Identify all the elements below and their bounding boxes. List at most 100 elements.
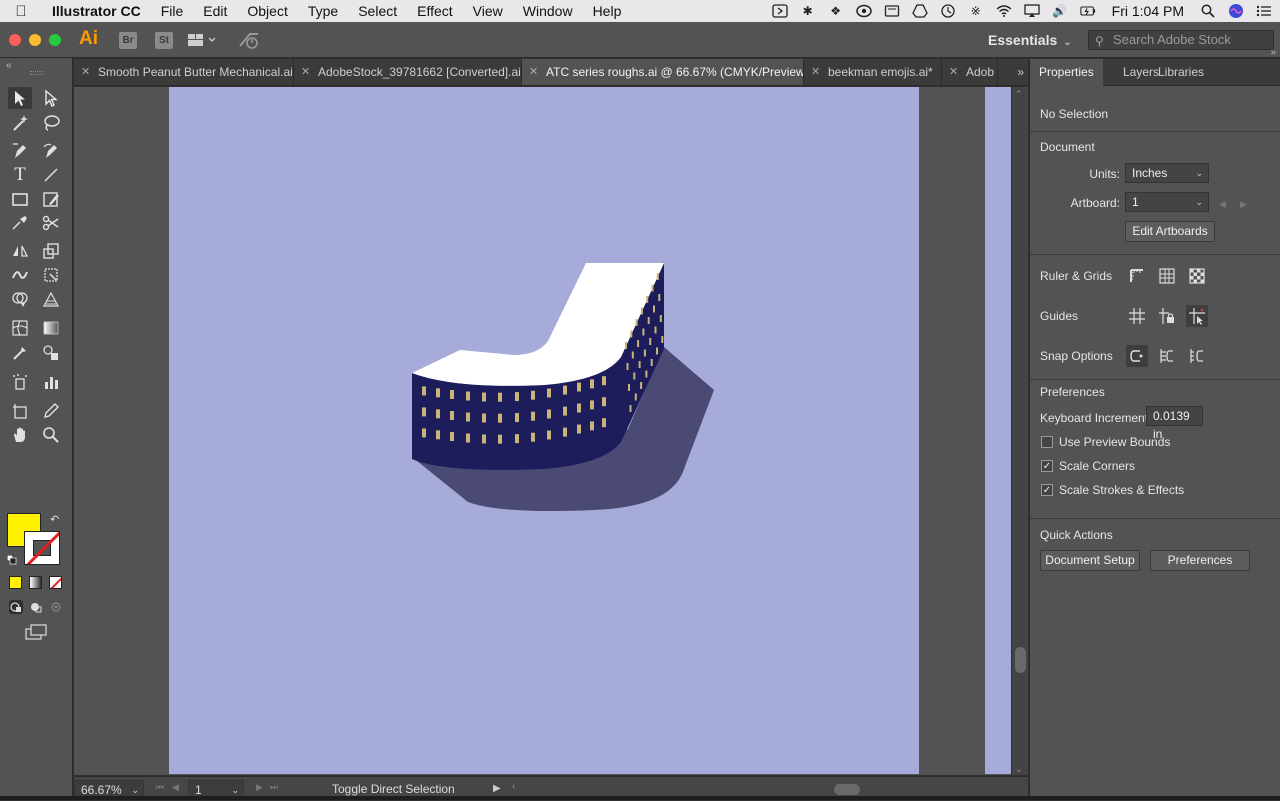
vertical-scroll-thumb[interactable] xyxy=(1015,647,1026,673)
checkbox-unchecked[interactable] xyxy=(1041,436,1053,448)
lasso-tool-icon[interactable] xyxy=(39,112,63,134)
snap-to-point-icon[interactable] xyxy=(1126,345,1148,367)
transparency-grid-icon[interactable] xyxy=(1186,265,1208,287)
none-mode-button[interactable] xyxy=(49,576,62,589)
menu-select[interactable]: Select xyxy=(348,0,407,22)
notification-center-icon[interactable] xyxy=(1256,4,1272,18)
tab-beekman-emojis[interactable]: ✕ beekman emojis.ai* xyxy=(804,59,942,85)
panel-grip[interactable] xyxy=(30,71,44,75)
show-guides-icon[interactable] xyxy=(1126,305,1148,327)
tab-properties[interactable]: Properties xyxy=(1030,59,1103,86)
show-rulers-icon[interactable] xyxy=(1126,265,1148,287)
snap-to-pixel-icon[interactable] xyxy=(1186,345,1208,367)
scale-strokes-effects-checkbox[interactable]: ✓ Scale Strokes & Effects xyxy=(1041,482,1184,498)
siri-icon[interactable] xyxy=(1228,4,1244,18)
airplay-icon[interactable] xyxy=(1023,4,1040,18)
bridge-button[interactable]: Br xyxy=(119,32,137,49)
checkmark-icon[interactable]: ✓ xyxy=(1041,460,1053,472)
first-artboard-icon[interactable]: ⏮ xyxy=(156,782,164,793)
previous-artboard-icon[interactable]: ◀ xyxy=(1219,199,1226,210)
width-tool-icon[interactable] xyxy=(8,264,32,286)
artboard-tool-icon[interactable] xyxy=(8,400,32,422)
scissors-tool-icon[interactable] xyxy=(39,212,63,234)
creative-cloud-icon[interactable] xyxy=(855,4,872,18)
close-tab-icon[interactable]: ✕ xyxy=(949,59,958,85)
default-fill-stroke-icon[interactable] xyxy=(6,552,17,565)
menu-window[interactable]: Window xyxy=(513,0,583,22)
menu-effect[interactable]: Effect xyxy=(407,0,463,22)
type-tool-icon[interactable]: T xyxy=(8,164,32,186)
curvature-tool-icon[interactable] xyxy=(39,140,63,162)
preferences-button[interactable]: Preferences xyxy=(1150,550,1250,571)
close-tab-icon[interactable]: ✕ xyxy=(81,59,90,85)
tab-adobe-truncated[interactable]: ✕ Adob xyxy=(942,59,998,85)
script-editor-icon[interactable] xyxy=(771,4,788,18)
close-tab-icon[interactable]: ✕ xyxy=(301,59,310,85)
menu-view[interactable]: View xyxy=(463,0,513,22)
menu-object[interactable]: Object xyxy=(237,0,297,22)
draw-normal-icon[interactable] xyxy=(9,600,23,614)
swap-fill-stroke-icon[interactable]: ↶ xyxy=(50,513,59,526)
stock-button[interactable]: St xyxy=(155,32,173,49)
building-illustration[interactable] xyxy=(74,87,1011,775)
shaper-tool-icon[interactable] xyxy=(39,188,63,210)
scroll-left-icon[interactable]: ‹ xyxy=(512,781,515,792)
hand-tool-icon[interactable] xyxy=(8,424,32,446)
wifi-icon[interactable] xyxy=(996,4,1012,18)
gpu-performance-icon[interactable] xyxy=(238,30,260,50)
pen-tool-icon[interactable] xyxy=(8,140,32,162)
volume-icon[interactable]: 🔊 xyxy=(1052,4,1068,18)
smart-guides-icon[interactable] xyxy=(1186,305,1208,327)
zoom-tool-icon[interactable] xyxy=(39,424,63,446)
rectangle-tool-icon[interactable] xyxy=(8,188,32,210)
bluetooth-icon[interactable]: ※ xyxy=(968,4,984,18)
previous-artboard-icon[interactable]: ◀ xyxy=(172,782,179,793)
lock-guides-icon[interactable] xyxy=(1156,305,1178,327)
google-drive-icon[interactable] xyxy=(911,4,928,18)
eraser-tool-icon[interactable] xyxy=(8,212,32,234)
zoom-window-button[interactable] xyxy=(49,34,61,46)
next-artboard-icon[interactable]: ▶ xyxy=(256,782,263,793)
more-tabs-icon[interactable]: » xyxy=(1017,59,1024,85)
selection-tool-icon[interactable] xyxy=(8,87,32,109)
menu-type[interactable]: Type xyxy=(298,0,348,22)
dropbox-icon[interactable]: ❖ xyxy=(828,4,844,18)
vertical-scrollbar[interactable]: ⌃ ⌄ xyxy=(1011,87,1028,775)
free-transform-tool-icon[interactable] xyxy=(39,264,63,286)
arrange-documents-icon[interactable] xyxy=(188,32,218,48)
menu-edit[interactable]: Edit xyxy=(193,0,237,22)
workspace-switcher[interactable]: Essentials ⌄ xyxy=(978,22,1082,58)
close-tab-icon[interactable]: ✕ xyxy=(811,59,820,85)
direct-selection-tool-icon[interactable] xyxy=(39,87,63,109)
line-segment-tool-icon[interactable] xyxy=(39,164,63,186)
eyedropper-tool-icon[interactable] xyxy=(8,342,32,364)
time-machine-icon[interactable] xyxy=(940,4,956,18)
tab-adobestock[interactable]: ✕ AdobeStock_39781662 [Converted].ai* xyxy=(294,59,522,85)
color-mode-button[interactable] xyxy=(9,576,22,589)
close-window-button[interactable] xyxy=(9,34,21,46)
change-screen-mode-icon[interactable] xyxy=(25,624,47,640)
draw-inside-icon[interactable] xyxy=(49,600,63,614)
scroll-up-icon[interactable]: ⌃ xyxy=(1015,89,1023,100)
tab-libraries[interactable]: Libraries xyxy=(1149,59,1213,86)
menu-help[interactable]: Help xyxy=(583,0,632,22)
show-grid-icon[interactable] xyxy=(1156,265,1178,287)
search-adobe-stock-input[interactable]: ⚲ Search Adobe Stock xyxy=(1088,30,1274,50)
stroke-color-swatch[interactable] xyxy=(24,531,60,565)
scroll-down-icon[interactable]: ⌄ xyxy=(1015,764,1023,775)
edit-artboards-button[interactable]: Edit Artboards xyxy=(1125,221,1215,242)
horizontal-scroll-thumb[interactable] xyxy=(834,784,860,795)
gradient-mode-button[interactable] xyxy=(29,576,42,589)
battery-icon[interactable] xyxy=(1079,4,1096,18)
artboard-dropdown[interactable]: 1 ⌄ xyxy=(1125,192,1209,212)
pencil-tool-icon[interactable] xyxy=(39,400,63,422)
shape-builder-tool-icon[interactable] xyxy=(8,288,32,310)
document-setup-button[interactable]: Document Setup xyxy=(1040,550,1140,571)
blend-tool-icon[interactable] xyxy=(39,342,63,364)
last-artboard-icon[interactable]: ⏭ xyxy=(270,782,278,793)
gradient-tool-icon[interactable] xyxy=(39,317,63,339)
collapse-panel-icon[interactable]: « xyxy=(6,60,12,71)
keyboard-increment-field[interactable]: 0.0139 in xyxy=(1146,406,1203,441)
menu-file[interactable]: File xyxy=(151,0,194,22)
units-dropdown[interactable]: Inches ⌄ xyxy=(1125,163,1209,183)
